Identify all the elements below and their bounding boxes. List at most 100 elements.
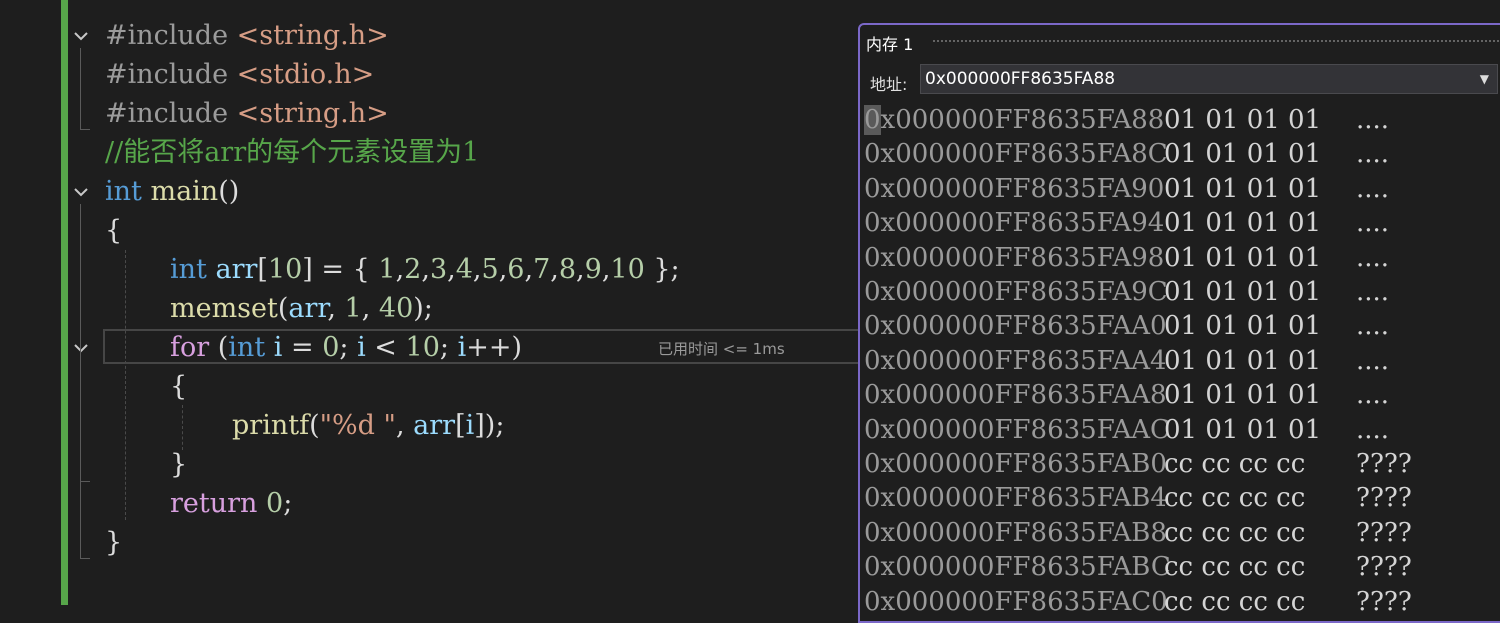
memory-bytes[interactable]: 01 01 01 01 — [1164, 103, 1321, 137]
code-token: arr — [288, 293, 328, 324]
outline-line — [80, 558, 90, 559]
code-line[interactable]: int arr[10] = { 1,2,3,4,5,6,7,8,9,10 }; — [170, 250, 680, 289]
code-token: 6 — [507, 254, 525, 285]
code-token: 8 — [558, 254, 577, 285]
code-line[interactable]: } — [105, 523, 122, 562]
outline-line — [80, 481, 90, 482]
code-line[interactable]: printf("%d ", arr[i]); — [232, 406, 504, 445]
memory-ascii: .... — [1356, 414, 1390, 445]
memory-bytes[interactable]: cc cc cc cc — [1164, 550, 1305, 584]
code-line[interactable]: int main() — [105, 172, 239, 211]
code-token: } — [170, 449, 188, 480]
memory-bytes[interactable]: 01 01 01 01 — [1164, 378, 1321, 412]
code-line[interactable]: memset(arr, 1, 40); — [170, 289, 433, 328]
text-cursor: 0 — [864, 105, 881, 135]
code-line[interactable]: } — [170, 445, 187, 484]
memory-window-title: 内存 1 — [866, 35, 914, 54]
code-token: 0 — [322, 332, 340, 363]
memory-address: 0x000000FF8635FA94 — [864, 208, 1165, 239]
code-token: #include — [105, 59, 237, 90]
code-token: } — [105, 527, 123, 558]
code-line[interactable]: { — [105, 211, 122, 250]
code-token: 10 — [405, 332, 440, 363]
code-token: ++) — [466, 332, 522, 363]
memory-ascii: .... — [1356, 173, 1390, 204]
title-grip[interactable] — [932, 39, 1500, 44]
memory-bytes[interactable]: cc cc cc cc — [1164, 585, 1305, 619]
code-token: , — [472, 254, 482, 285]
memory-bytes[interactable]: 01 01 01 01 — [1164, 206, 1321, 240]
memory-address: 0x000000FF8635FAC0 — [864, 586, 1168, 617]
code-token: return — [170, 488, 267, 519]
code-token: 1 — [378, 254, 396, 285]
memory-bytes[interactable]: 01 01 01 01 — [1164, 137, 1321, 171]
code-token: #include — [105, 98, 237, 129]
code-line[interactable]: #include <stdio.h> — [105, 55, 374, 94]
code-token: , — [361, 293, 379, 324]
code-token: () — [218, 176, 240, 207]
memory-bytes[interactable]: 01 01 01 01 — [1164, 172, 1321, 206]
code-line[interactable]: { — [170, 367, 187, 406]
memory-ascii: .... — [1356, 242, 1390, 273]
memory-address: 0x000000FF8635FA9C — [864, 277, 1168, 307]
code-line[interactable]: for (int i = 0; i < 10; i++) — [170, 328, 522, 367]
indent-guide — [182, 405, 183, 450]
memory-ascii: .... — [1356, 345, 1390, 376]
address-input[interactable]: 0x000000FF8635FA88 ▼ — [920, 64, 1498, 94]
code-token: , — [550, 254, 559, 285]
memory-address: 0x000000FF8635FA98 — [864, 242, 1165, 273]
code-token: main — [150, 176, 219, 207]
chevron-down-icon[interactable]: ▼ — [1480, 65, 1489, 93]
memory-window[interactable]: 内存 1 地址: 0x000000FF8635FA88 ▼ 0x000000FF… — [858, 23, 1500, 623]
perf-tip: 已用时间 <= 1ms — [658, 340, 785, 358]
code-line[interactable]: return 0; — [170, 484, 292, 523]
code-token: //能否将arr的每个元素设置为1 — [105, 137, 480, 168]
code-token: ( — [217, 332, 229, 363]
code-editor[interactable]: #include <string.h> #include <stdio.h> #in… — [0, 0, 863, 605]
memory-bytes[interactable]: 01 01 01 01 — [1164, 309, 1321, 343]
code-token: 1 — [344, 293, 362, 324]
code-token: 4 — [455, 254, 473, 285]
memory-bytes[interactable]: 01 01 01 01 — [1164, 275, 1321, 309]
memory-bytes[interactable]: cc cc cc cc — [1164, 516, 1305, 550]
code-token: }; — [644, 254, 680, 285]
memory-bytes[interactable]: 01 01 01 01 — [1164, 241, 1321, 275]
code-token: int — [105, 176, 151, 207]
code-token: ] = { — [302, 254, 379, 285]
code-token: <stdio.h> — [236, 59, 375, 90]
code-token: ; — [339, 332, 358, 363]
code-token: i — [357, 332, 366, 363]
memory-address: 0x000000FF8635FAB4 — [864, 483, 1167, 514]
code-token: , — [327, 293, 345, 324]
change-indicator-bar — [61, 0, 68, 605]
fold-chevron-icon[interactable] — [72, 339, 90, 357]
memory-address: 0x000000FF8635FABC — [864, 552, 1171, 583]
code-token: , — [395, 410, 414, 441]
memory-address: 0x000000FF8635FAB0 — [864, 449, 1167, 479]
code-line[interactable]: #include <string.h> — [105, 16, 389, 55]
code-token: 9 — [584, 254, 602, 285]
code-line[interactable]: #include <string.h> — [105, 94, 389, 133]
fold-chevron-icon[interactable] — [72, 27, 90, 45]
memory-ascii: .... — [1356, 380, 1390, 411]
outline-line — [80, 129, 90, 130]
memory-bytes[interactable]: 01 01 01 01 — [1164, 413, 1321, 447]
code-token: , — [447, 254, 456, 285]
memory-bytes[interactable]: 01 01 01 01 — [1164, 344, 1321, 378]
code-token: 10 — [267, 254, 303, 285]
memory-address: 0x000000FF8635FA90 — [864, 173, 1165, 204]
memory-ascii: ???? — [1356, 449, 1412, 479]
code-token: { — [105, 215, 123, 246]
memory-ascii: ???? — [1356, 552, 1412, 583]
memory-address: 0x000000FF8635FAA0 — [864, 311, 1167, 342]
memory-bytes[interactable]: cc cc cc cc — [1164, 481, 1305, 515]
code-token: arr — [215, 254, 258, 285]
code-token: < — [365, 332, 406, 363]
memory-ascii: .... — [1356, 277, 1390, 307]
fold-chevron-icon[interactable] — [72, 183, 90, 201]
code-token: 7 — [533, 254, 551, 285]
code-line[interactable]: //能否将arr的每个元素设置为1 — [105, 133, 479, 172]
memory-bytes[interactable]: cc cc cc cc — [1164, 447, 1305, 481]
code-token: <string.h> — [236, 20, 389, 51]
code-token: 0 — [266, 488, 284, 519]
